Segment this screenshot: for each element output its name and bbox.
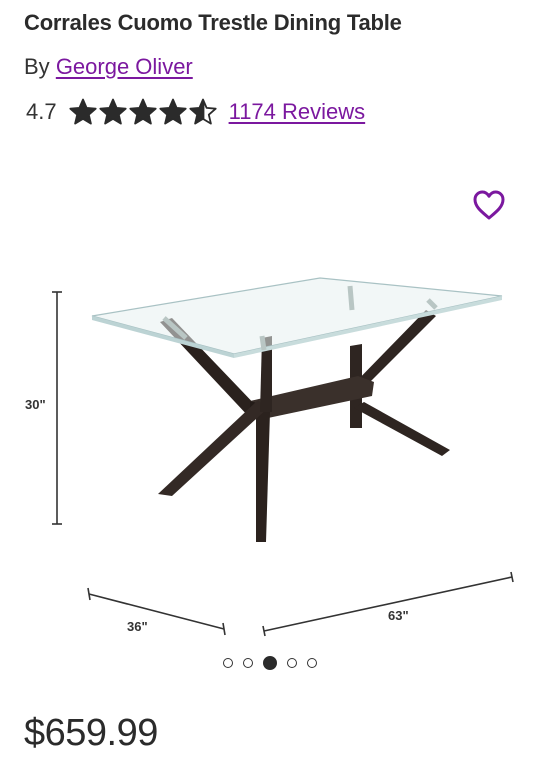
carousel-dot[interactable] (286, 658, 297, 668)
depth-dimension-label: 36" (127, 619, 148, 634)
star-rating (68, 98, 217, 126)
rating-row: 4.7 1174 Reviews (26, 96, 365, 128)
depth-dimension-line (87, 587, 226, 636)
star-filled-icon (128, 98, 157, 125)
height-dimension-label: 30" (25, 397, 46, 412)
height-dimension-line (52, 291, 62, 525)
carousel-dot[interactable] (306, 658, 317, 668)
width-dimension-line (262, 571, 514, 637)
width-dimension-label: 63" (388, 608, 409, 623)
reviews-link[interactable]: 1174 Reviews (229, 99, 366, 125)
star-half-icon (188, 98, 217, 125)
carousel-dot[interactable] (242, 658, 253, 668)
rating-value: 4.7 (26, 99, 57, 124)
price: $659.99 (24, 712, 158, 754)
star-filled-icon (98, 98, 127, 125)
carousel-indicator (0, 656, 539, 670)
byline: By George Oliver (24, 54, 193, 80)
product-image[interactable]: 30" 36" 63" (0, 150, 539, 650)
product-title: Corrales Cuomo Trestle Dining Table (24, 10, 402, 35)
carousel-dot[interactable] (262, 656, 277, 670)
star-filled-icon (68, 98, 97, 125)
star-filled-icon (158, 98, 187, 125)
glass-tabletop (91, 277, 503, 358)
carousel-dot[interactable] (222, 658, 233, 668)
brand-link[interactable]: George Oliver (56, 54, 193, 79)
table-dimensions-illustration: 30" 36" 63" (25, 277, 514, 637)
by-prefix: By (24, 54, 50, 79)
